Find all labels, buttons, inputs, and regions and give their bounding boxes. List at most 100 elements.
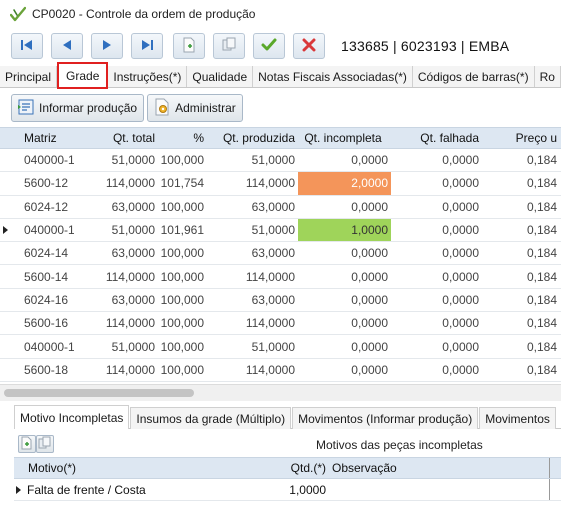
table-row[interactable]: 5600-16 114,0000 100,000 114,0000 0,0000 0,00… xyxy=(0,312,561,336)
qt-falhada-cell[interactable]: 0,0000 xyxy=(391,359,482,381)
qt-falhada-cell[interactable]: 0,0000 xyxy=(391,312,482,334)
qt-falhada-cell[interactable]: 0,0000 xyxy=(391,335,482,357)
matriz-cell[interactable]: 5600-18 xyxy=(10,359,74,381)
tab-notas-fiscais[interactable]: Notas Fiscais Associadas(*) xyxy=(253,66,413,87)
qt-incompleta-cell[interactable]: 1,0000 xyxy=(298,218,391,242)
percent-cell[interactable]: 100,000 xyxy=(158,242,207,264)
qt-falhada-cell[interactable]: 0,0000 xyxy=(391,196,482,218)
percent-cell[interactable]: 101,961 xyxy=(158,219,207,241)
qt-falhada-cell[interactable]: 0,0000 xyxy=(391,289,482,311)
header-observacao[interactable]: Observação xyxy=(329,458,549,478)
add-row-button[interactable] xyxy=(18,435,36,453)
qt-produzida-cell[interactable]: 63,0000 xyxy=(207,196,298,218)
tab-ro[interactable]: Ro xyxy=(534,66,561,87)
preco-cell[interactable]: 0,184 xyxy=(482,289,561,311)
qt-incompleta-cell[interactable]: 2,0000 xyxy=(298,172,391,195)
tab-instrucoes[interactable]: Instruções(*) xyxy=(108,66,188,87)
qt-produzida-cell[interactable]: 63,0000 xyxy=(207,289,298,311)
qt-total-cell[interactable]: 63,0000 xyxy=(74,242,158,264)
tab-qualidade[interactable]: Qualidade xyxy=(187,66,254,87)
table-row[interactable]: 6024-16 63,0000 100,000 63,0000 0,0000 0,0000… xyxy=(0,289,561,313)
matriz-cell[interactable]: 040000-14 xyxy=(10,219,74,241)
qt-incompleta-cell[interactable]: 0,0000 xyxy=(298,359,391,381)
matriz-cell[interactable]: 5600-12 xyxy=(10,172,74,194)
matriz-cell[interactable]: 5600-16 xyxy=(10,312,74,334)
qt-incompleta-cell[interactable]: 0,0000 xyxy=(298,242,391,264)
matriz-cell[interactable]: 040000-16 xyxy=(10,335,74,357)
confirm-button[interactable] xyxy=(253,33,285,59)
qt-incompleta-cell[interactable]: 0,0000 xyxy=(298,149,391,171)
qtd-value[interactable]: 1,0000 xyxy=(278,479,329,500)
qt-falhada-cell[interactable]: 0,0000 xyxy=(391,149,482,171)
subgrid-row[interactable]: Falta de frente / Costa 1,0000 xyxy=(14,479,561,501)
header-qt-produzida[interactable]: Qt. produzida xyxy=(207,128,298,148)
table-row[interactable]: 6024-14 63,0000 100,000 63,0000 0,0000 0,0000… xyxy=(0,242,561,266)
previous-record-button[interactable] xyxy=(51,33,83,59)
preco-cell[interactable]: 0,184 xyxy=(482,196,561,218)
observacao-value[interactable] xyxy=(329,479,549,500)
table-row[interactable]: 040000-1251,0000100,00051,00000,00000,00… xyxy=(0,149,561,173)
qt-incompleta-cell[interactable]: 0,0000 xyxy=(298,265,391,287)
preco-cell[interactable]: 0,184 xyxy=(482,335,561,357)
cancel-button[interactable] xyxy=(293,33,325,59)
qt-incompleta-cell[interactable]: 0,0000 xyxy=(298,289,391,311)
qt-produzida-cell[interactable]: 114,0000 xyxy=(207,172,298,194)
header-motivo[interactable]: Motivo(*) xyxy=(14,458,278,478)
preco-cell[interactable]: 0,184 xyxy=(482,359,561,381)
preco-cell[interactable]: 0,184 xyxy=(482,172,561,194)
qt-incompleta-cell[interactable]: 0,0000 xyxy=(298,196,391,218)
header-matriz[interactable]: Matriz xyxy=(0,128,74,148)
table-row[interactable]: 5600-14 114,0000 100,000 114,0000 0,0000 0,00… xyxy=(0,265,561,289)
matriz-cell[interactable]: 040000-12 xyxy=(10,149,74,171)
header-preco[interactable]: Preço u xyxy=(482,128,561,148)
percent-cell[interactable]: 100,000 xyxy=(158,335,207,357)
grid-horizontal-scrollbar[interactable] xyxy=(0,384,561,401)
matriz-cell[interactable]: 6024-12 xyxy=(10,196,74,218)
header-percent[interactable]: % xyxy=(158,128,207,148)
informar-producao-button[interactable]: Informar produção xyxy=(11,94,145,122)
qt-produzida-cell[interactable]: 114,0000 xyxy=(207,312,298,334)
tab-movimentos-informar[interactable]: Movimentos (Informar produção) xyxy=(292,407,479,429)
qt-produzida-cell[interactable]: 114,0000 xyxy=(207,265,298,287)
qt-total-cell[interactable]: 114,0000 xyxy=(74,265,158,287)
header-qtd[interactable]: Qtd.(*) xyxy=(278,458,329,478)
percent-cell[interactable]: 100,000 xyxy=(158,149,207,171)
table-row[interactable]: 6024-12 63,0000 100,000 63,0000 0,0000 0,0000… xyxy=(0,196,561,219)
table-row[interactable]: 040000-1651,0000100,00051,00000,00000,00… xyxy=(0,335,561,359)
first-record-button[interactable] xyxy=(11,33,43,59)
percent-cell[interactable]: 101,754 xyxy=(158,172,207,194)
qt-total-cell[interactable]: 51,0000 xyxy=(74,219,158,241)
preco-cell[interactable]: 0,184 xyxy=(482,149,561,171)
table-row[interactable]: 5600-12 114,0000 101,754 114,0000 2,0000 0,00… xyxy=(0,172,561,196)
header-qt-falhada[interactable]: Qt. falhada xyxy=(391,128,482,148)
next-record-button[interactable] xyxy=(91,33,123,59)
qt-total-cell[interactable]: 63,0000 xyxy=(74,196,158,218)
qt-total-cell[interactable]: 51,0000 xyxy=(74,149,158,171)
preco-cell[interactable]: 0,184 xyxy=(482,312,561,334)
copy-record-button[interactable] xyxy=(213,33,245,59)
percent-cell[interactable]: 100,000 xyxy=(158,196,207,218)
percent-cell[interactable]: 100,000 xyxy=(158,312,207,334)
qt-produzida-cell[interactable]: 63,0000 xyxy=(207,242,298,264)
motivo-value[interactable]: Falta de frente / Costa xyxy=(27,483,146,497)
matriz-cell[interactable]: 5600-14 xyxy=(10,265,74,287)
qt-total-cell[interactable]: 63,0000 xyxy=(74,289,158,311)
qt-total-cell[interactable]: 51,0000 xyxy=(74,335,158,357)
tab-insumos-grade[interactable]: Insumos da grade (Múltiplo) xyxy=(130,407,292,429)
matriz-cell[interactable]: 6024-16 xyxy=(10,289,74,311)
matriz-cell[interactable]: 6024-14 xyxy=(10,242,74,264)
qt-total-cell[interactable]: 114,0000 xyxy=(74,359,158,381)
qt-produzida-cell[interactable]: 51,0000 xyxy=(207,335,298,357)
tab-movimentos[interactable]: Movimentos xyxy=(479,407,556,429)
copy-row-button[interactable] xyxy=(36,435,54,453)
qt-falhada-cell[interactable]: 0,0000 xyxy=(391,265,482,287)
qt-produzida-cell[interactable]: 51,0000 xyxy=(207,149,298,171)
preco-cell[interactable]: 0,184 xyxy=(482,219,561,241)
qt-falhada-cell[interactable]: 0,0000 xyxy=(391,242,482,264)
qt-falhada-cell[interactable]: 0,0000 xyxy=(391,219,482,241)
qt-total-cell[interactable]: 114,0000 xyxy=(74,312,158,334)
last-record-button[interactable] xyxy=(131,33,163,59)
qt-incompleta-cell[interactable]: 0,0000 xyxy=(298,335,391,357)
tab-codigos-barras[interactable]: Códigos de barras(*) xyxy=(412,66,535,87)
percent-cell[interactable]: 100,000 xyxy=(158,359,207,381)
